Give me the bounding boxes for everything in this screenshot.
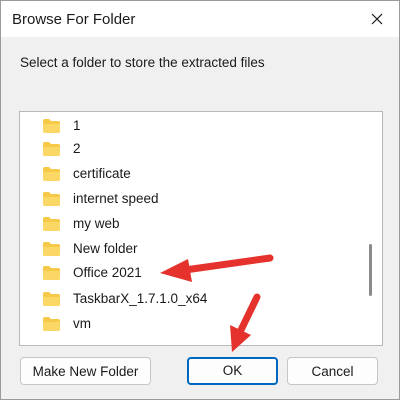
annotation-overlay xyxy=(160,254,274,352)
annotation-arrow-ok xyxy=(230,293,261,352)
annotation-arrow-office-2021 xyxy=(160,254,274,282)
